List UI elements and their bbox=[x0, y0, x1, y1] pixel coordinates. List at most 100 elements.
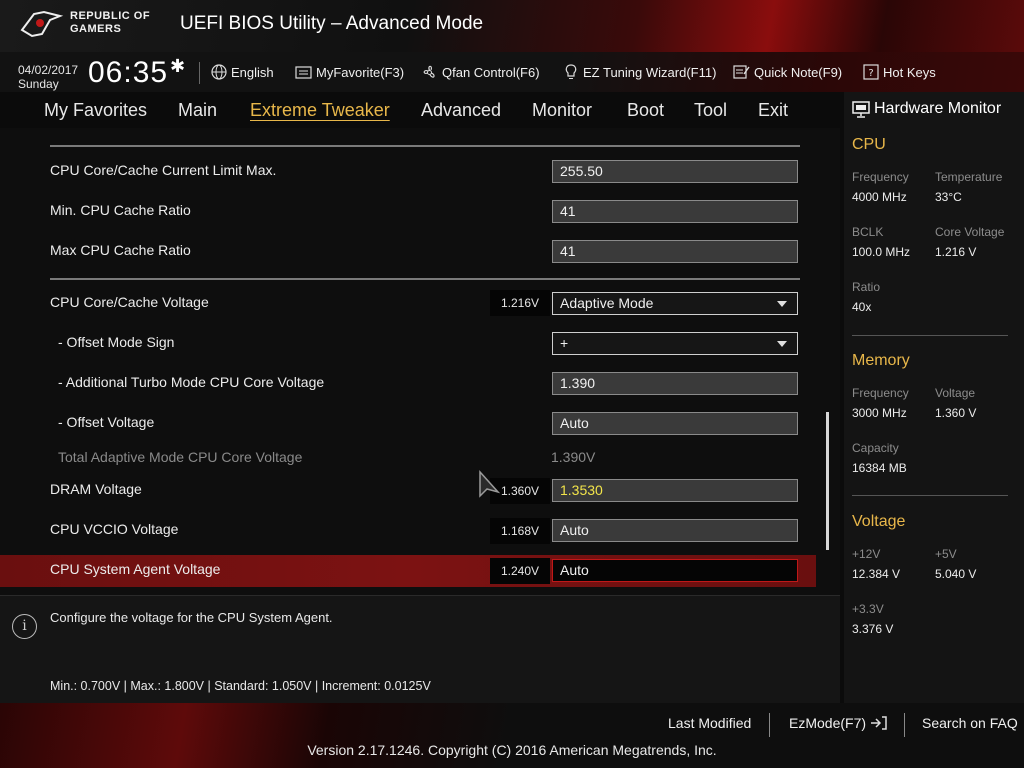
cpu-heading: CPU bbox=[852, 136, 886, 153]
language-button[interactable]: English bbox=[210, 62, 274, 82]
total-adaptive-value: 1.390V bbox=[551, 449, 596, 465]
qfan-label: Qfan Control(F6) bbox=[442, 64, 540, 80]
hot-keys-button[interactable]: ? Hot Keys bbox=[862, 62, 936, 82]
offset-voltage-input[interactable]: Auto bbox=[552, 412, 798, 435]
scrollbar[interactable] bbox=[826, 412, 829, 550]
date-text: 04/02/2017 bbox=[18, 63, 79, 77]
voltage-range-info: Min.: 0.700V | Max.: 1.800V | Standard: … bbox=[50, 679, 431, 693]
dram-voltage-label: DRAM Voltage bbox=[50, 481, 142, 497]
quick-note-button[interactable]: Quick Note(F9) bbox=[733, 62, 842, 82]
turbo-voltage-label: - Additional Turbo Mode CPU Core Voltage bbox=[58, 374, 325, 390]
sa-voltage-input[interactable]: Auto bbox=[552, 559, 798, 582]
footer-bar: Last Modified EzMode(F7) Search on FAQ V… bbox=[0, 703, 1024, 768]
sa-voltage-label: CPU System Agent Voltage bbox=[50, 561, 221, 577]
monitor-icon bbox=[852, 100, 870, 118]
ratio-label: Ratio bbox=[852, 280, 881, 294]
min-cache-ratio-label: Min. CPU Cache Ratio bbox=[50, 202, 191, 218]
help-description: Configure the voltage for the CPU System… bbox=[50, 610, 333, 625]
core-cache-voltage-reading: 1.216V bbox=[490, 290, 550, 316]
ez-tuning-label: EZ Tuning Wizard(F11) bbox=[583, 64, 717, 80]
hardware-monitor-label: Hardware Monitor bbox=[874, 100, 1002, 117]
hot-keys-label: Hot Keys bbox=[883, 64, 936, 80]
dram-voltage-input[interactable]: 1.3530 bbox=[552, 479, 798, 502]
tab-monitor[interactable]: Monitor bbox=[532, 100, 592, 121]
tab-my-favorites[interactable]: My Favorites bbox=[44, 100, 147, 121]
v33-label: +3.3V bbox=[852, 602, 884, 616]
ratio-value: 40x bbox=[852, 300, 872, 314]
myfavorite-button[interactable]: MyFavorite(F3) bbox=[295, 62, 404, 82]
cpu-frequency-label: Frequency bbox=[852, 170, 909, 184]
tab-extreme-tweaker[interactable]: Extreme Tweaker bbox=[250, 100, 390, 121]
v5-value: 5.040 V bbox=[935, 567, 977, 581]
core-cache-voltage-value: Adaptive Mode bbox=[560, 295, 654, 311]
title-bar: REPUBLIC OF GAMERS UEFI BIOS Utility – A… bbox=[0, 0, 1024, 52]
search-faq-button[interactable]: Search on FAQ bbox=[922, 715, 1018, 731]
memory-capacity-value: 16384 MB bbox=[852, 461, 907, 475]
vccio-voltage-input[interactable]: Auto bbox=[552, 519, 798, 542]
separator bbox=[904, 713, 905, 737]
max-cache-ratio-label: Max CPU Cache Ratio bbox=[50, 242, 191, 258]
v12-value: 12.384 V bbox=[852, 567, 901, 581]
cpu-temperature-value: 33°C bbox=[935, 190, 962, 204]
settings-panel: CPU Core/Cache Current Limit Max. 255.50… bbox=[0, 128, 840, 595]
cpu-temperature-label: Temperature bbox=[935, 170, 1003, 184]
mouse-cursor-icon bbox=[479, 470, 501, 498]
gear-icon[interactable]: ✱ bbox=[170, 56, 185, 77]
main-nav: My Favorites Main Extreme Tweaker Advanc… bbox=[0, 92, 840, 128]
bclk-label: BCLK bbox=[852, 225, 884, 239]
ezmode-label: EzMode(F7) bbox=[789, 715, 867, 731]
bclk-value: 100.0 MHz bbox=[852, 245, 911, 259]
chevron-down-icon bbox=[777, 341, 787, 347]
rog-logo-icon bbox=[20, 10, 64, 38]
clock: 06:35 bbox=[88, 56, 169, 89]
myfavorite-label: MyFavorite(F3) bbox=[316, 64, 405, 80]
vccio-voltage-label: CPU VCCIO Voltage bbox=[50, 521, 179, 537]
divider bbox=[50, 145, 800, 147]
vccio-voltage-reading: 1.168V bbox=[490, 518, 550, 544]
offset-sign-value: + bbox=[560, 335, 569, 351]
tab-tool[interactable]: Tool bbox=[694, 100, 727, 121]
svg-text:?: ? bbox=[868, 68, 873, 79]
exit-arrow-icon bbox=[871, 716, 887, 730]
language-label: English bbox=[231, 64, 274, 80]
current-limit-input[interactable]: 255.50 bbox=[552, 160, 798, 183]
core-voltage-value: 1.216 V bbox=[935, 245, 977, 259]
chevron-down-icon bbox=[777, 301, 787, 307]
info-icon: i bbox=[12, 614, 37, 639]
lightbulb-icon bbox=[562, 63, 579, 81]
divider bbox=[50, 278, 800, 280]
memory-voltage-label: Voltage bbox=[935, 386, 976, 400]
tab-main[interactable]: Main bbox=[178, 100, 217, 121]
divider bbox=[852, 495, 1008, 496]
core-cache-voltage-label: CPU Core/Cache Voltage bbox=[50, 294, 209, 310]
max-cache-ratio-input[interactable]: 41 bbox=[552, 240, 798, 263]
ezmode-button[interactable]: EzMode(F7) bbox=[789, 715, 888, 731]
separator bbox=[769, 713, 770, 737]
tab-advanced[interactable]: Advanced bbox=[421, 100, 501, 121]
memory-frequency-value: 3000 MHz bbox=[852, 406, 907, 420]
tab-exit[interactable]: Exit bbox=[758, 100, 788, 121]
qfan-button[interactable]: Qfan Control(F6) bbox=[421, 62, 540, 82]
fan-icon bbox=[421, 64, 438, 81]
v5-label: +5V bbox=[935, 547, 957, 561]
last-modified-button[interactable]: Last Modified bbox=[668, 715, 751, 731]
hardware-monitor-panel: Hardware Monitor CPU Frequency 4000 MHz … bbox=[844, 92, 1024, 703]
sa-voltage-reading: 1.240V bbox=[490, 558, 550, 584]
divider bbox=[852, 335, 1008, 336]
memory-voltage-value: 1.360 V bbox=[935, 406, 977, 420]
total-adaptive-label: Total Adaptive Mode CPU Core Voltage bbox=[58, 449, 303, 465]
offset-sign-select[interactable]: + bbox=[552, 332, 798, 355]
tab-boot[interactable]: Boot bbox=[627, 100, 664, 121]
v33-value: 3.376 V bbox=[852, 622, 894, 636]
offset-voltage-label: - Offset Voltage bbox=[58, 414, 155, 430]
core-cache-voltage-select[interactable]: Adaptive Mode bbox=[552, 292, 798, 315]
cpu-frequency-value: 4000 MHz bbox=[852, 190, 907, 204]
min-cache-ratio-input[interactable]: 41 bbox=[552, 200, 798, 223]
brand-name: REPUBLIC OF GAMERS bbox=[70, 10, 150, 36]
memory-heading: Memory bbox=[852, 352, 910, 369]
core-voltage-label: Core Voltage bbox=[935, 225, 1005, 239]
day-text: Sunday bbox=[18, 77, 59, 91]
quick-note-label: Quick Note(F9) bbox=[754, 64, 843, 80]
turbo-voltage-input[interactable]: 1.390 bbox=[552, 372, 798, 395]
ez-tuning-button[interactable]: EZ Tuning Wizard(F11) bbox=[562, 62, 716, 82]
